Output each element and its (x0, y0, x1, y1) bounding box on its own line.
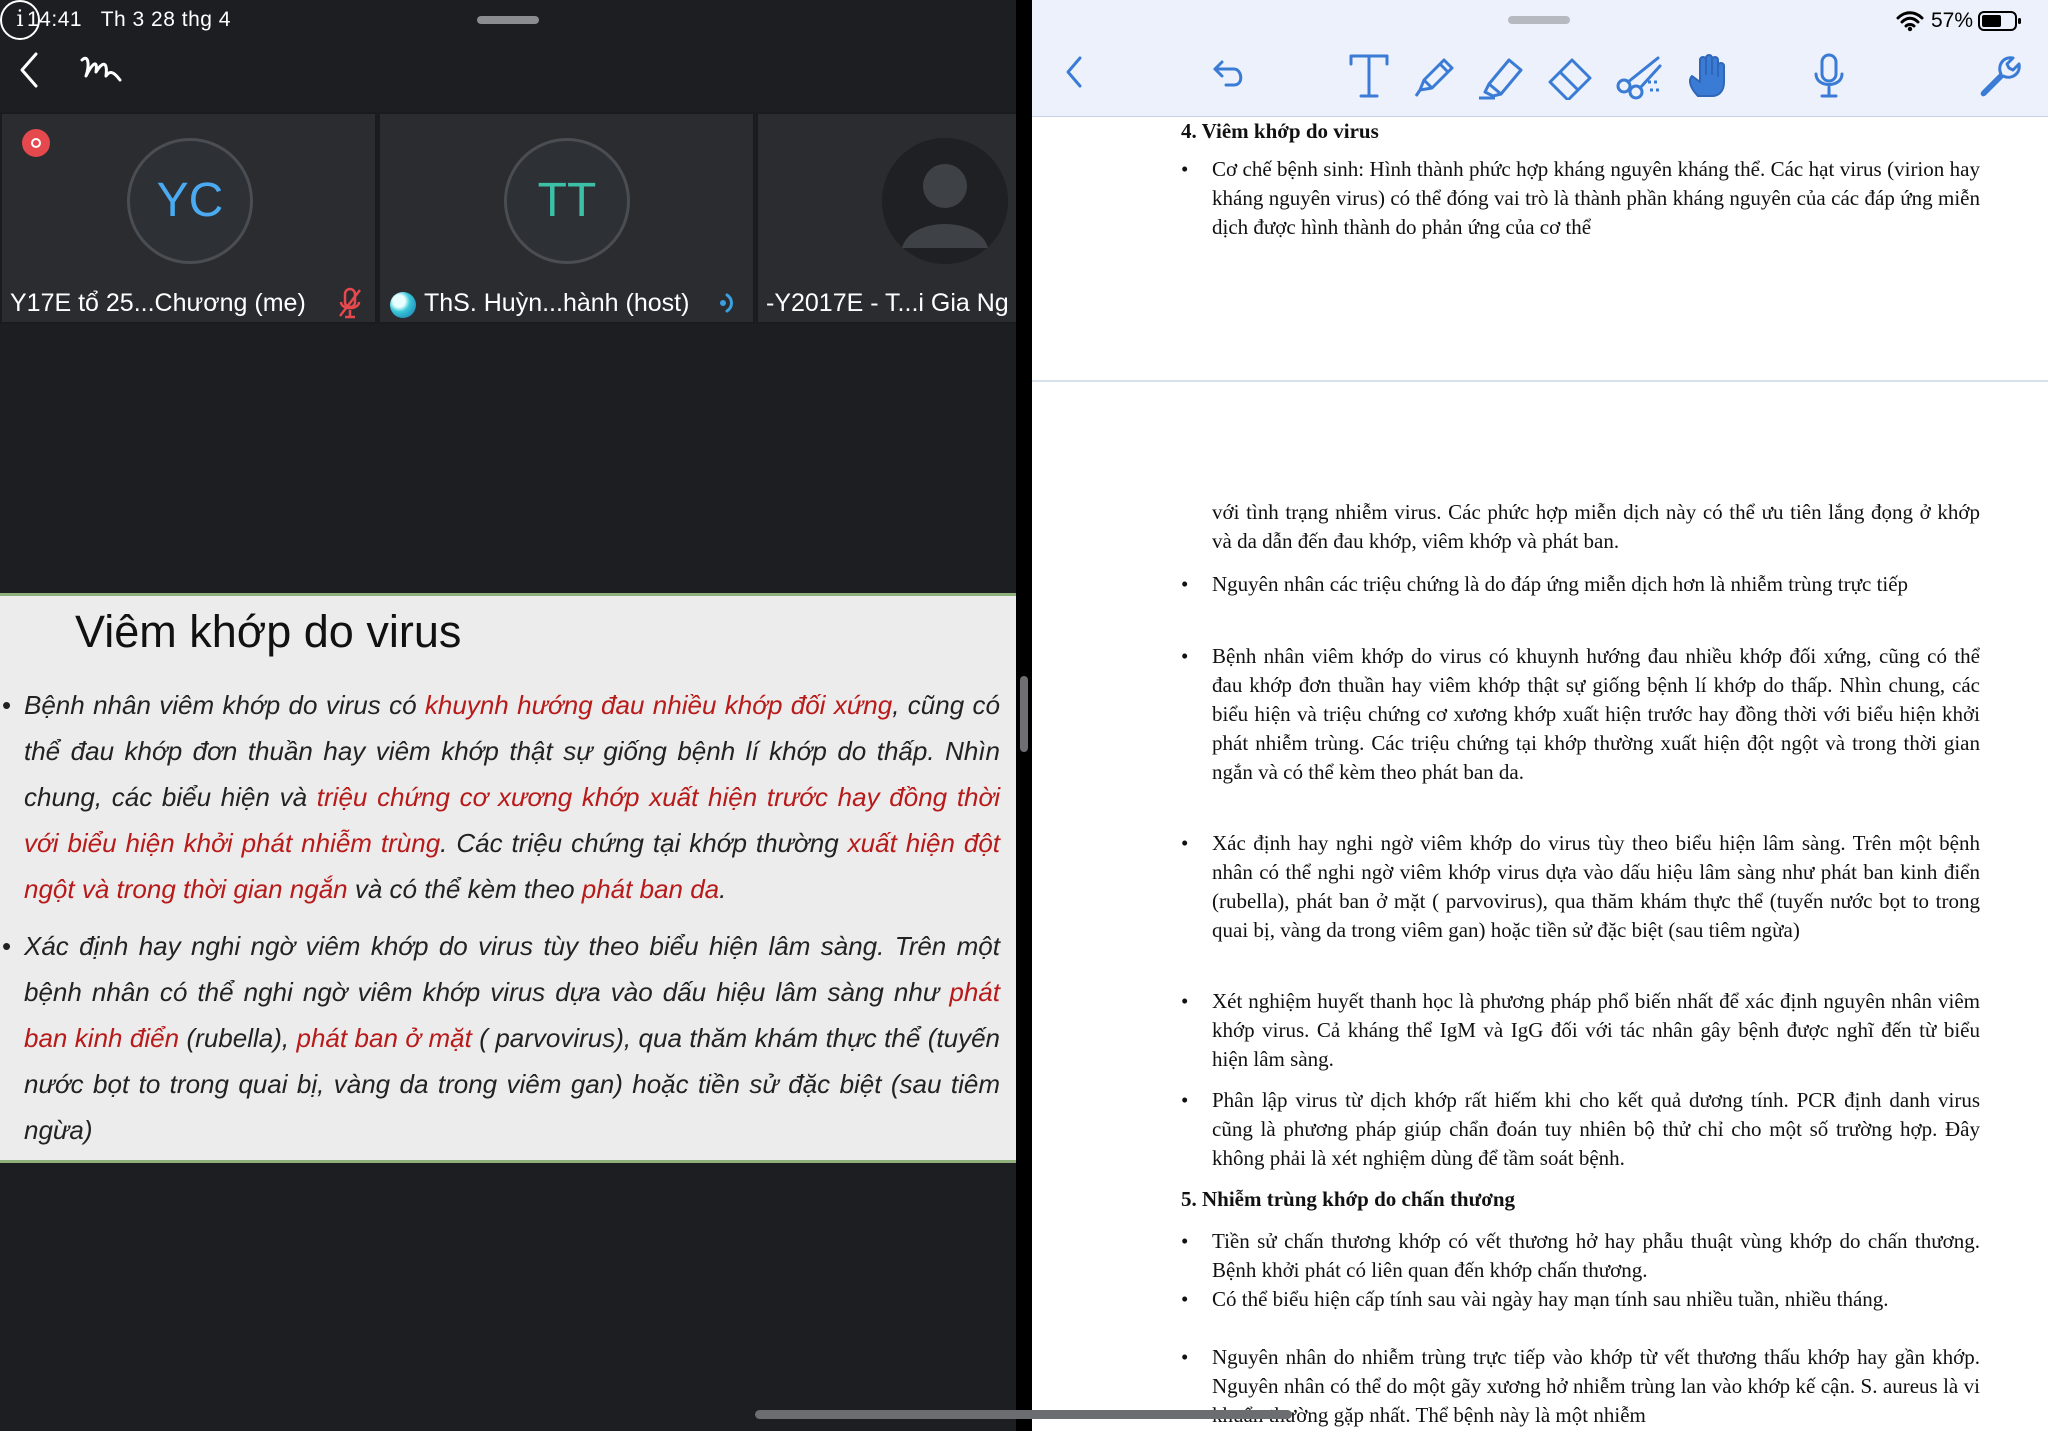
document-page[interactable]: với tình trạng nhiễm virus. Các phức hợp… (1032, 382, 2048, 1431)
doc-paragraph: Tiền sử chấn thương khớp có vết thương h… (1181, 1227, 1980, 1285)
lasso-scissors-icon[interactable] (1614, 52, 1666, 100)
status-date: Th 3 28 thg 4 (100, 8, 231, 31)
doc-paragraph: Có thể biểu hiện cấp tính sau vài ngày h… (1181, 1285, 1980, 1314)
doc-paragraph: Xác định hay nghi ngờ viêm khớp do virus… (1181, 829, 1980, 945)
status-time-date: 14:41 Th 3 28 thg 4 (27, 8, 231, 32)
avatar: TT (504, 138, 630, 264)
host-badge-icon (390, 292, 416, 318)
highlighter-tool-icon[interactable] (1477, 52, 1527, 100)
text-tool-icon[interactable] (1347, 52, 1391, 100)
participant-tile[interactable]: -Y2017E - T...i Gia Ng (756, 112, 1016, 324)
back-chevron-icon[interactable] (1062, 52, 1086, 92)
pen-tool-icon[interactable] (1410, 52, 1458, 100)
recording-icon (22, 129, 50, 157)
participant-tile[interactable]: YC Y17E tổ 25...Chương (me) (0, 112, 377, 324)
info-icon: i (16, 7, 24, 32)
home-indicator[interactable] (755, 1410, 1292, 1419)
notes-pane: 57% 4. Viêm khớp do virus Cơ chế bệnh si… (1032, 0, 2048, 1431)
microphone-icon[interactable] (1812, 52, 1846, 100)
doc-paragraph: Nguyên nhân các triệu chứng là do đáp ứn… (1181, 570, 1980, 599)
doc-paragraph: với tình trạng nhiễm virus. Các phức hợp… (1212, 500, 1980, 553)
microphone-muted-icon (339, 287, 361, 319)
doc-paragraph: Bệnh nhân viêm khớp do virus có khuynh h… (1181, 642, 1980, 787)
doc-paragraph: Xét nghiệm huyết thanh học là phương phá… (1181, 987, 1980, 1074)
avatar (882, 138, 1008, 264)
annotation-toolbar: 57% (1032, 0, 2048, 117)
video-call-pane: 14:41 Th 3 28 thg 4 i YC Y17E tổ 25...Ch… (0, 0, 1016, 1431)
participant-name: -Y2017E - T...i Gia Ng (766, 289, 1009, 317)
document-page[interactable]: 4. Viêm khớp do virus Cơ chế bệnh sinh: … (1032, 117, 2048, 381)
battery-percentage: 57% (1931, 9, 1974, 32)
slide-title: Viêm khớp do virus (75, 606, 462, 657)
undo-icon[interactable] (1210, 52, 1250, 92)
wrench-settings-icon[interactable] (1977, 52, 2023, 98)
audio-speaking-icon (720, 293, 733, 313)
status-time: 14:41 (27, 8, 83, 31)
hand-tool-icon[interactable] (1684, 52, 1732, 100)
participant-name: Y17E tổ 25...Chương (me) (10, 289, 306, 317)
slide-bullet: Xác định hay nghi ngờ viêm khớp do virus… (0, 923, 1000, 1153)
avatar: YC (127, 138, 253, 264)
participant-name: ThS. Huỳn...hành (host) (424, 289, 690, 317)
section-heading: 4. Viêm khớp do virus (1181, 119, 1379, 143)
doc-paragraph: Phân lập virus từ dịch khớp rất hiếm khi… (1181, 1086, 1980, 1173)
default-user-icon (882, 138, 1008, 264)
split-view-handle[interactable] (1020, 676, 1028, 752)
doc-paragraph: Nguyên nhân do nhiễm trùng trực tiếp vào… (1181, 1343, 1980, 1430)
participant-strip: YC Y17E tổ 25...Chương (me) TT ThS. Huỳn… (0, 112, 1016, 324)
multitask-grabber-right[interactable] (1508, 16, 1570, 24)
participant-tile[interactable]: TT ThS. Huỳn...hành (host) (378, 112, 755, 324)
shared-screen-slide[interactable]: Viêm khớp do virus Bệnh nhân viêm khớp d… (0, 593, 1016, 1163)
annotate-signature-icon[interactable] (78, 50, 124, 90)
multitask-grabber-left[interactable] (477, 16, 539, 24)
wifi-icon (1896, 11, 1924, 32)
eraser-tool-icon[interactable] (1544, 52, 1596, 100)
back-chevron-icon[interactable] (14, 50, 44, 90)
section-heading: 5. Nhiễm trùng khớp do chấn thương (1181, 1187, 1516, 1211)
battery-icon (1978, 11, 2021, 31)
slide-bullet: Bệnh nhân viêm khớp do virus có khuynh h… (0, 682, 1000, 912)
doc-paragraph: Cơ chế bệnh sinh: Hình thành phức hợp kh… (1181, 155, 1980, 242)
